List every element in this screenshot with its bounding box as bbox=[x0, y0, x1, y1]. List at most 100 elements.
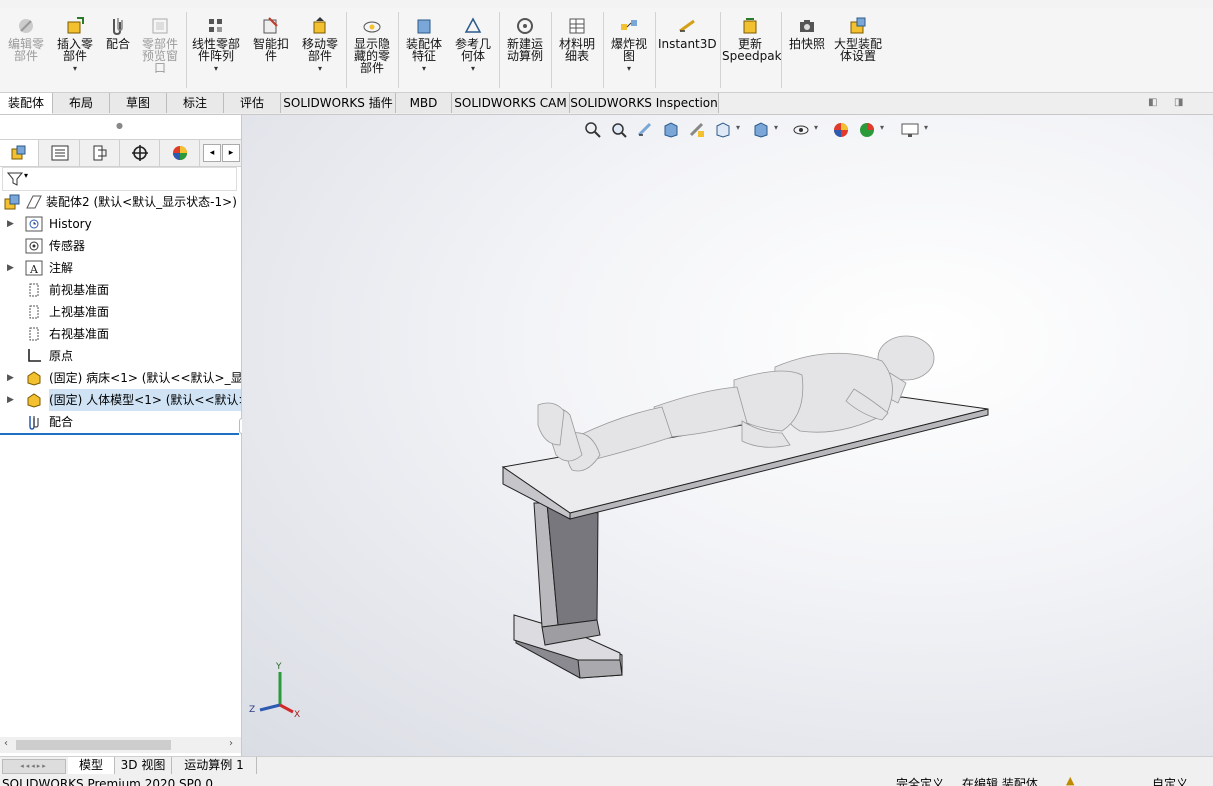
tree-item-hospital-bed[interactable]: ▶ (固定) 病床<1> (默认<<默认>_显示 bbox=[0, 367, 241, 389]
dimxpert-tab[interactable] bbox=[121, 140, 160, 166]
configuration-manager-tab[interactable] bbox=[81, 140, 120, 166]
exploded-view-button[interactable]: 爆炸视图 ▾ bbox=[606, 16, 652, 75]
expand-arrow-icon[interactable]: ▶ bbox=[7, 257, 14, 279]
tree-item-top-plane[interactable]: 上视基准面 bbox=[0, 301, 241, 323]
definition-state: 完全定义 bbox=[896, 777, 945, 786]
tab-mbd[interactable]: MBD bbox=[396, 93, 452, 113]
expand-arrow-icon[interactable]: ▶ bbox=[7, 213, 14, 235]
tab-assembly[interactable]: 装配体 bbox=[0, 93, 53, 114]
update-speedpak-button[interactable]: 更新Speedpak bbox=[722, 16, 782, 62]
component-preview-icon bbox=[152, 18, 168, 34]
tab-navigation-buttons[interactable]: ◂◂◂▸▸ bbox=[2, 759, 66, 774]
annotation-icon: A bbox=[25, 260, 43, 276]
horizontal-scrollbar[interactable]: ‹ › bbox=[0, 737, 241, 753]
show-hidden-components-button[interactable]: 显示隐藏的零部件 bbox=[349, 16, 395, 74]
tree-item-front-plane[interactable]: 前视基准面 bbox=[0, 279, 241, 301]
new-motion-study-icon bbox=[517, 18, 533, 34]
feature-manager-panel: ● ◂ ▸ ▾ 装配体2 (默认<默认_显示状态-1>) ▶ History 传… bbox=[0, 115, 242, 756]
ribbon-separator bbox=[499, 12, 500, 88]
tab-solidworks-inspection[interactable]: SOLIDWORKS Inspection bbox=[570, 93, 719, 113]
expand-arrow-icon[interactable]: ▶ bbox=[7, 389, 14, 411]
tab-model[interactable]: 模型 bbox=[68, 757, 115, 774]
scroll-right-icon[interactable]: › bbox=[229, 738, 233, 749]
insert-component-icon bbox=[67, 17, 84, 34]
move-component-icon bbox=[313, 17, 326, 34]
tab-scroll-left-button[interactable]: ◂ bbox=[203, 144, 221, 162]
tab-solidworks-cam[interactable]: SOLIDWORKS CAM bbox=[452, 93, 570, 113]
chevron-down-icon[interactable]: ▾ bbox=[401, 63, 447, 75]
tree-item-history[interactable]: ▶ History bbox=[0, 213, 241, 235]
display-state-icon bbox=[26, 195, 42, 209]
status-bar: SOLIDWORKS Premium 2020 SP0.0 完全定义 在编辑 装… bbox=[0, 774, 1213, 786]
tree-item-mates[interactable]: 配合 bbox=[0, 411, 241, 433]
plane-icon bbox=[29, 327, 39, 341]
tree-item-right-plane[interactable]: 右视基准面 bbox=[0, 323, 241, 345]
tree-filter-box[interactable]: ▾ bbox=[2, 167, 237, 191]
ribbon-separator bbox=[551, 12, 552, 88]
reference-geometry-button[interactable]: 参考几何体 ▾ bbox=[450, 16, 496, 75]
product-version: SOLIDWORKS Premium 2020 SP0.0 bbox=[2, 777, 213, 786]
instant3d-button[interactable]: Instant3D bbox=[658, 16, 717, 50]
smart-fastener-button[interactable]: 智能扣件 bbox=[248, 16, 294, 62]
assembly-feature-button[interactable]: 装配体特征 ▾ bbox=[401, 16, 447, 75]
part-icon bbox=[27, 393, 41, 408]
component-preview-button[interactable]: 零部件预览窗口 bbox=[137, 16, 183, 74]
snapshot-icon bbox=[800, 20, 814, 32]
take-snapshot-button[interactable]: 拍快照 bbox=[784, 16, 830, 50]
chevron-down-icon[interactable]: ▾ bbox=[52, 63, 98, 75]
tab-annotation[interactable]: 标注 bbox=[167, 93, 224, 113]
coordinate-triad: Y Z X bbox=[249, 662, 300, 720]
large-assembly-settings-button[interactable]: 大型装配体设置 bbox=[833, 16, 883, 62]
configuration-icon bbox=[93, 145, 107, 161]
tab-sketch[interactable]: 草图 bbox=[110, 93, 167, 113]
ribbon-separator bbox=[398, 12, 399, 88]
tab-3d-view[interactable]: 3D 视图 bbox=[115, 757, 172, 774]
tree-item-human-model[interactable]: ▶ (固定) 人体模型<1> (默认<<默认> bbox=[0, 389, 241, 411]
scrollbar-thumb[interactable] bbox=[16, 740, 171, 750]
large-assembly-icon bbox=[850, 17, 866, 34]
smart-fastener-icon bbox=[263, 17, 278, 34]
reference-geometry-icon bbox=[464, 17, 482, 33]
scroll-left-icon[interactable]: ‹ bbox=[4, 738, 8, 749]
panel-resize-handle[interactable]: ● bbox=[116, 121, 123, 130]
unit-system[interactable]: 自定义 bbox=[1152, 778, 1188, 786]
edit-component-button[interactable]: 编辑零部件 bbox=[4, 16, 48, 62]
display-manager-tab[interactable] bbox=[161, 140, 200, 166]
instant3d-icon bbox=[679, 19, 695, 33]
bom-icon bbox=[569, 18, 585, 34]
chevron-down-icon[interactable]: ▾ bbox=[188, 63, 244, 75]
tab-evaluate[interactable]: 评估 bbox=[224, 93, 281, 113]
y-axis-label: Y bbox=[275, 662, 282, 672]
mate-button[interactable]: 配合 bbox=[100, 16, 136, 50]
chevron-down-icon[interactable]: ▾ bbox=[606, 63, 652, 75]
collapse-right-icon[interactable]: ◨ bbox=[1174, 97, 1183, 108]
rebuild-warning-icon[interactable]: ▲ bbox=[1066, 775, 1074, 786]
tree-item-annotations[interactable]: ▶ A 注解 bbox=[0, 257, 241, 279]
tab-layout[interactable]: 布局 bbox=[53, 93, 110, 113]
tab-motion-study[interactable]: 运动算例 1 bbox=[172, 757, 257, 774]
graphics-viewport[interactable]: ▾ ▾ ▾ ▾ ▾ Y Z X bbox=[242, 115, 1213, 756]
new-motion-study-button[interactable]: 新建运动算例 bbox=[502, 16, 548, 62]
insert-component-button[interactable]: 插入零部件 ▾ bbox=[52, 16, 98, 75]
bom-button[interactable]: 材料明细表 bbox=[554, 16, 600, 62]
feature-manager-tab[interactable] bbox=[0, 140, 39, 166]
x-axis-label: X bbox=[294, 710, 300, 720]
assembly-tree-icon bbox=[11, 145, 26, 160]
move-component-button[interactable]: 移动零部件 ▾ bbox=[297, 16, 343, 75]
ribbon-separator bbox=[603, 12, 604, 88]
property-manager-tab[interactable] bbox=[41, 140, 80, 166]
expand-arrow-icon[interactable]: ▶ bbox=[7, 367, 14, 389]
tab-solidworks-addins[interactable]: SOLIDWORKS 插件 bbox=[281, 93, 396, 113]
tree-item-origin[interactable]: 原点 bbox=[0, 345, 241, 367]
tab-scroll-right-button[interactable]: ▸ bbox=[222, 144, 240, 162]
assembly-model[interactable] bbox=[242, 115, 1213, 756]
chevron-down-icon[interactable]: ▾ bbox=[450, 63, 496, 75]
tree-root-assembly[interactable]: 装配体2 (默认<默认_显示状态-1>) bbox=[0, 191, 241, 213]
linear-pattern-button[interactable]: 线性零部件阵列 ▾ bbox=[188, 16, 244, 75]
collapse-left-icon[interactable]: ◧ bbox=[1148, 97, 1157, 108]
appearance-icon bbox=[173, 146, 187, 160]
tree-item-sensors[interactable]: 传感器 bbox=[0, 235, 241, 257]
chevron-down-icon[interactable]: ▾ bbox=[297, 63, 343, 75]
origin-icon bbox=[28, 349, 41, 362]
crosshair-icon bbox=[132, 145, 148, 161]
